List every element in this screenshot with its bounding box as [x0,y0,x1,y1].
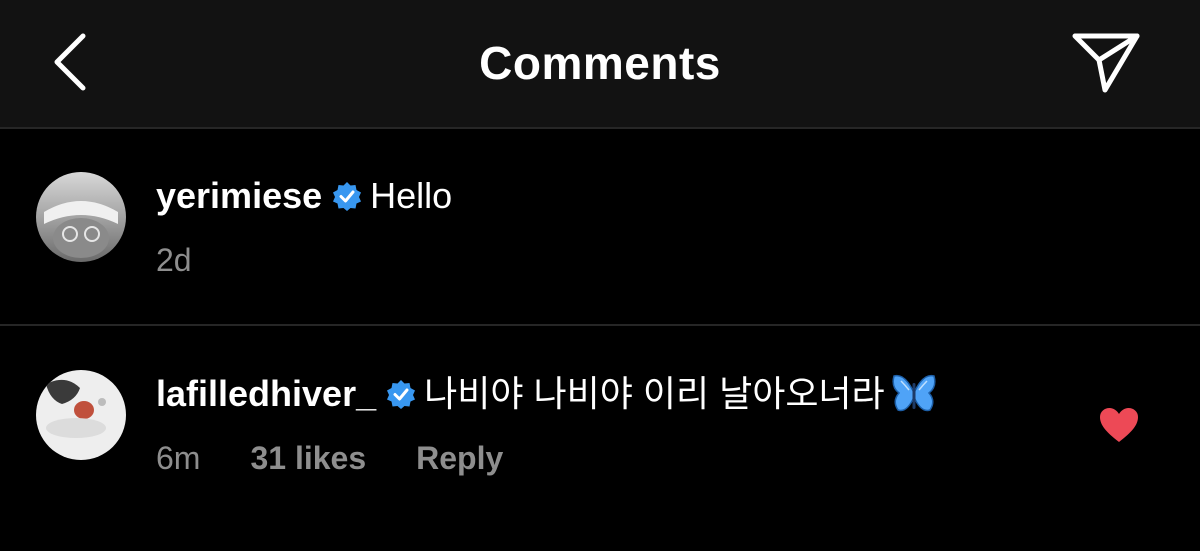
avatar[interactable] [36,370,126,460]
like-button[interactable] [1098,406,1140,444]
partial-comment-item [0,520,1200,551]
comment-username[interactable]: lafilledhiver_ [156,372,376,416]
comment-text: Hello [370,175,453,216]
comment-body: lafilledhiver_ 나비야 나비야 이리 날아오너라 [156,372,937,416]
share-button[interactable] [1066,26,1146,98]
comment-username[interactable]: yerimiese [156,174,322,218]
comment-item: yerimiese Hello 2d [0,128,1200,324]
verified-badge-icon [332,181,362,211]
paper-plane-icon [1072,33,1140,93]
reply-button[interactable]: Reply [416,440,503,477]
verified-badge-icon [386,379,416,409]
butterfly-emoji-icon [891,373,937,415]
comment-timestamp: 2d [156,242,192,278]
comment-text: 나비야 나비야 이리 날아오너라 [424,373,885,414]
comment-meta: 2d [156,242,242,279]
likes-count-link[interactable]: 31 likes [250,440,366,477]
comment-body: yerimiese Hello [156,174,452,218]
comment-meta: 6m 31 likes Reply [156,440,503,477]
comment-timestamp: 6m [156,440,201,476]
page-title: Comments [479,37,721,89]
comment-item: lafilledhiver_ 나비야 나비야 이리 날아오너라 6m 31 li… [0,326,1200,516]
heart-icon [1100,408,1138,442]
top-nav-bar: Comments [0,0,1200,129]
avatar[interactable] [36,172,126,262]
